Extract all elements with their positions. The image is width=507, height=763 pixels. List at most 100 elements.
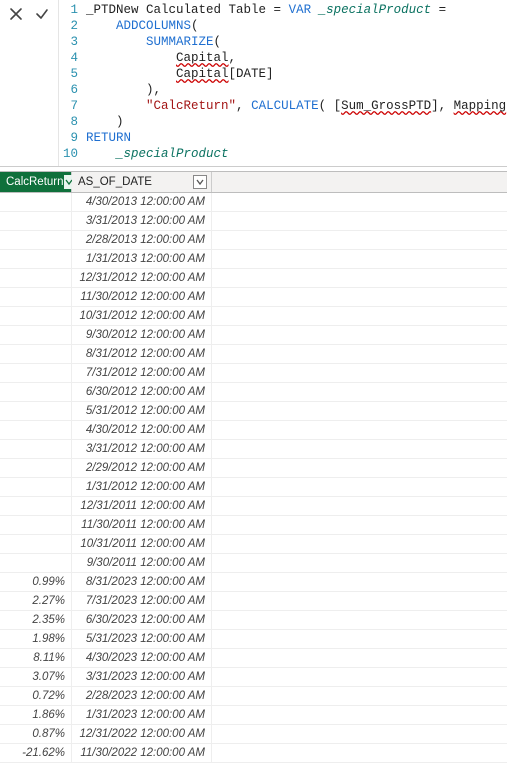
- code-line[interactable]: SUMMARIZE(: [86, 34, 507, 50]
- cell-calcreturn[interactable]: [0, 535, 72, 553]
- code-line[interactable]: ): [86, 114, 507, 130]
- cell-calcreturn[interactable]: 0.87%: [0, 725, 72, 743]
- table-row[interactable]: 4/30/2012 12:00:00 AM: [0, 421, 507, 440]
- cell-calcreturn[interactable]: [0, 421, 72, 439]
- cell-asofdate[interactable]: 3/31/2013 12:00:00 AM: [72, 212, 212, 230]
- filter-dropdown-asofdate[interactable]: [193, 175, 207, 189]
- cell-asofdate[interactable]: 2/28/2023 12:00:00 AM: [72, 687, 212, 705]
- code-line[interactable]: "CalcReturn", CALCULATE( [Sum_GrossPTD],…: [86, 98, 507, 114]
- cell-asofdate[interactable]: 1/31/2023 12:00:00 AM: [72, 706, 212, 724]
- cell-asofdate[interactable]: 4/30/2013 12:00:00 AM: [72, 193, 212, 211]
- table-row[interactable]: 9/30/2011 12:00:00 AM: [0, 554, 507, 573]
- cell-calcreturn[interactable]: [0, 364, 72, 382]
- table-row[interactable]: 4/30/2013 12:00:00 AM: [0, 193, 507, 212]
- cell-asofdate[interactable]: 12/31/2012 12:00:00 AM: [72, 269, 212, 287]
- code-line[interactable]: ),: [86, 82, 507, 98]
- cell-asofdate[interactable]: 3/31/2012 12:00:00 AM: [72, 440, 212, 458]
- cell-asofdate[interactable]: 11/30/2022 12:00:00 AM: [72, 744, 212, 762]
- table-row[interactable]: 10/31/2012 12:00:00 AM: [0, 307, 507, 326]
- cell-asofdate[interactable]: 6/30/2012 12:00:00 AM: [72, 383, 212, 401]
- cell-calcreturn[interactable]: [0, 402, 72, 420]
- table-row[interactable]: 2.35%6/30/2023 12:00:00 AM: [0, 611, 507, 630]
- cell-calcreturn[interactable]: [0, 193, 72, 211]
- code-line[interactable]: ADDCOLUMNS(: [86, 18, 507, 34]
- table-row[interactable]: 2/28/2013 12:00:00 AM: [0, 231, 507, 250]
- cell-asofdate[interactable]: 4/30/2023 12:00:00 AM: [72, 649, 212, 667]
- table-row[interactable]: 2/29/2012 12:00:00 AM: [0, 459, 507, 478]
- table-row[interactable]: 9/30/2012 12:00:00 AM: [0, 326, 507, 345]
- cell-asofdate[interactable]: 9/30/2012 12:00:00 AM: [72, 326, 212, 344]
- cell-calcreturn[interactable]: 0.99%: [0, 573, 72, 591]
- cell-asofdate[interactable]: 6/30/2023 12:00:00 AM: [72, 611, 212, 629]
- cell-asofdate[interactable]: 8/31/2012 12:00:00 AM: [72, 345, 212, 363]
- cell-calcreturn[interactable]: [0, 250, 72, 268]
- table-row[interactable]: 7/31/2012 12:00:00 AM: [0, 364, 507, 383]
- cell-asofdate[interactable]: 4/30/2012 12:00:00 AM: [72, 421, 212, 439]
- cell-calcreturn[interactable]: [0, 383, 72, 401]
- cell-asofdate[interactable]: 12/31/2011 12:00:00 AM: [72, 497, 212, 515]
- table-row[interactable]: 0.72%2/28/2023 12:00:00 AM: [0, 687, 507, 706]
- table-row[interactable]: 10/31/2011 12:00:00 AM: [0, 535, 507, 554]
- cell-calcreturn[interactable]: [0, 516, 72, 534]
- cell-asofdate[interactable]: 5/31/2023 12:00:00 AM: [72, 630, 212, 648]
- table-row[interactable]: 8/31/2012 12:00:00 AM: [0, 345, 507, 364]
- column-header-calcreturn[interactable]: CalcReturn: [0, 172, 72, 192]
- table-row[interactable]: 1.98%5/31/2023 12:00:00 AM: [0, 630, 507, 649]
- table-row[interactable]: 12/31/2011 12:00:00 AM: [0, 497, 507, 516]
- cell-asofdate[interactable]: 7/31/2012 12:00:00 AM: [72, 364, 212, 382]
- cancel-button[interactable]: [6, 4, 26, 24]
- cell-asofdate[interactable]: 11/30/2011 12:00:00 AM: [72, 516, 212, 534]
- table-row[interactable]: 1/31/2013 12:00:00 AM: [0, 250, 507, 269]
- cell-asofdate[interactable]: 5/31/2012 12:00:00 AM: [72, 402, 212, 420]
- cell-asofdate[interactable]: 10/31/2012 12:00:00 AM: [72, 307, 212, 325]
- cell-calcreturn[interactable]: [0, 307, 72, 325]
- dax-editor[interactable]: 12345678910 _PTDNew Calculated Table = V…: [59, 0, 507, 166]
- table-row[interactable]: -21.62%11/30/2022 12:00:00 AM: [0, 744, 507, 763]
- cell-calcreturn[interactable]: [0, 231, 72, 249]
- cell-asofdate[interactable]: 12/31/2022 12:00:00 AM: [72, 725, 212, 743]
- table-row[interactable]: 11/30/2011 12:00:00 AM: [0, 516, 507, 535]
- table-row[interactable]: 2.27%7/31/2023 12:00:00 AM: [0, 592, 507, 611]
- cell-calcreturn[interactable]: [0, 288, 72, 306]
- code-line[interactable]: RETURN: [86, 130, 507, 146]
- table-row[interactable]: 3.07%3/31/2023 12:00:00 AM: [0, 668, 507, 687]
- cell-asofdate[interactable]: 10/31/2011 12:00:00 AM: [72, 535, 212, 553]
- cell-calcreturn[interactable]: [0, 497, 72, 515]
- cell-asofdate[interactable]: 9/30/2011 12:00:00 AM: [72, 554, 212, 572]
- table-row[interactable]: 0.87%12/31/2022 12:00:00 AM: [0, 725, 507, 744]
- column-header-asofdate[interactable]: AS_OF_DATE: [72, 172, 212, 192]
- table-row[interactable]: 6/30/2012 12:00:00 AM: [0, 383, 507, 402]
- cell-calcreturn[interactable]: 2.27%: [0, 592, 72, 610]
- table-row[interactable]: 0.99%8/31/2023 12:00:00 AM: [0, 573, 507, 592]
- cell-calcreturn[interactable]: [0, 459, 72, 477]
- cell-asofdate[interactable]: 1/31/2012 12:00:00 AM: [72, 478, 212, 496]
- cell-calcreturn[interactable]: 1.98%: [0, 630, 72, 648]
- cell-calcreturn[interactable]: 3.07%: [0, 668, 72, 686]
- table-row[interactable]: 8.11%4/30/2023 12:00:00 AM: [0, 649, 507, 668]
- code-line[interactable]: _PTDNew Calculated Table = VAR _specialP…: [86, 2, 507, 18]
- cell-calcreturn[interactable]: [0, 554, 72, 572]
- cell-calcreturn[interactable]: 0.72%: [0, 687, 72, 705]
- cell-asofdate[interactable]: 2/29/2012 12:00:00 AM: [72, 459, 212, 477]
- cell-asofdate[interactable]: 7/31/2023 12:00:00 AM: [72, 592, 212, 610]
- cell-calcreturn[interactable]: 2.35%: [0, 611, 72, 629]
- cell-asofdate[interactable]: 11/30/2012 12:00:00 AM: [72, 288, 212, 306]
- table-row[interactable]: 3/31/2013 12:00:00 AM: [0, 212, 507, 231]
- cell-calcreturn[interactable]: [0, 269, 72, 287]
- commit-button[interactable]: [32, 4, 52, 24]
- cell-calcreturn[interactable]: 8.11%: [0, 649, 72, 667]
- cell-calcreturn[interactable]: 1.86%: [0, 706, 72, 724]
- cell-asofdate[interactable]: 1/31/2013 12:00:00 AM: [72, 250, 212, 268]
- code-line[interactable]: Capital,: [86, 50, 507, 66]
- cell-asofdate[interactable]: 8/31/2023 12:00:00 AM: [72, 573, 212, 591]
- table-row[interactable]: 12/31/2012 12:00:00 AM: [0, 269, 507, 288]
- cell-calcreturn[interactable]: -21.62%: [0, 744, 72, 762]
- table-row[interactable]: 3/31/2012 12:00:00 AM: [0, 440, 507, 459]
- cell-calcreturn[interactable]: [0, 478, 72, 496]
- code-line[interactable]: Capital[DATE]: [86, 66, 507, 82]
- cell-asofdate[interactable]: 3/31/2023 12:00:00 AM: [72, 668, 212, 686]
- code-line[interactable]: _specialProduct: [86, 146, 507, 162]
- cell-calcreturn[interactable]: [0, 345, 72, 363]
- cell-calcreturn[interactable]: [0, 212, 72, 230]
- table-row[interactable]: 1.86%1/31/2023 12:00:00 AM: [0, 706, 507, 725]
